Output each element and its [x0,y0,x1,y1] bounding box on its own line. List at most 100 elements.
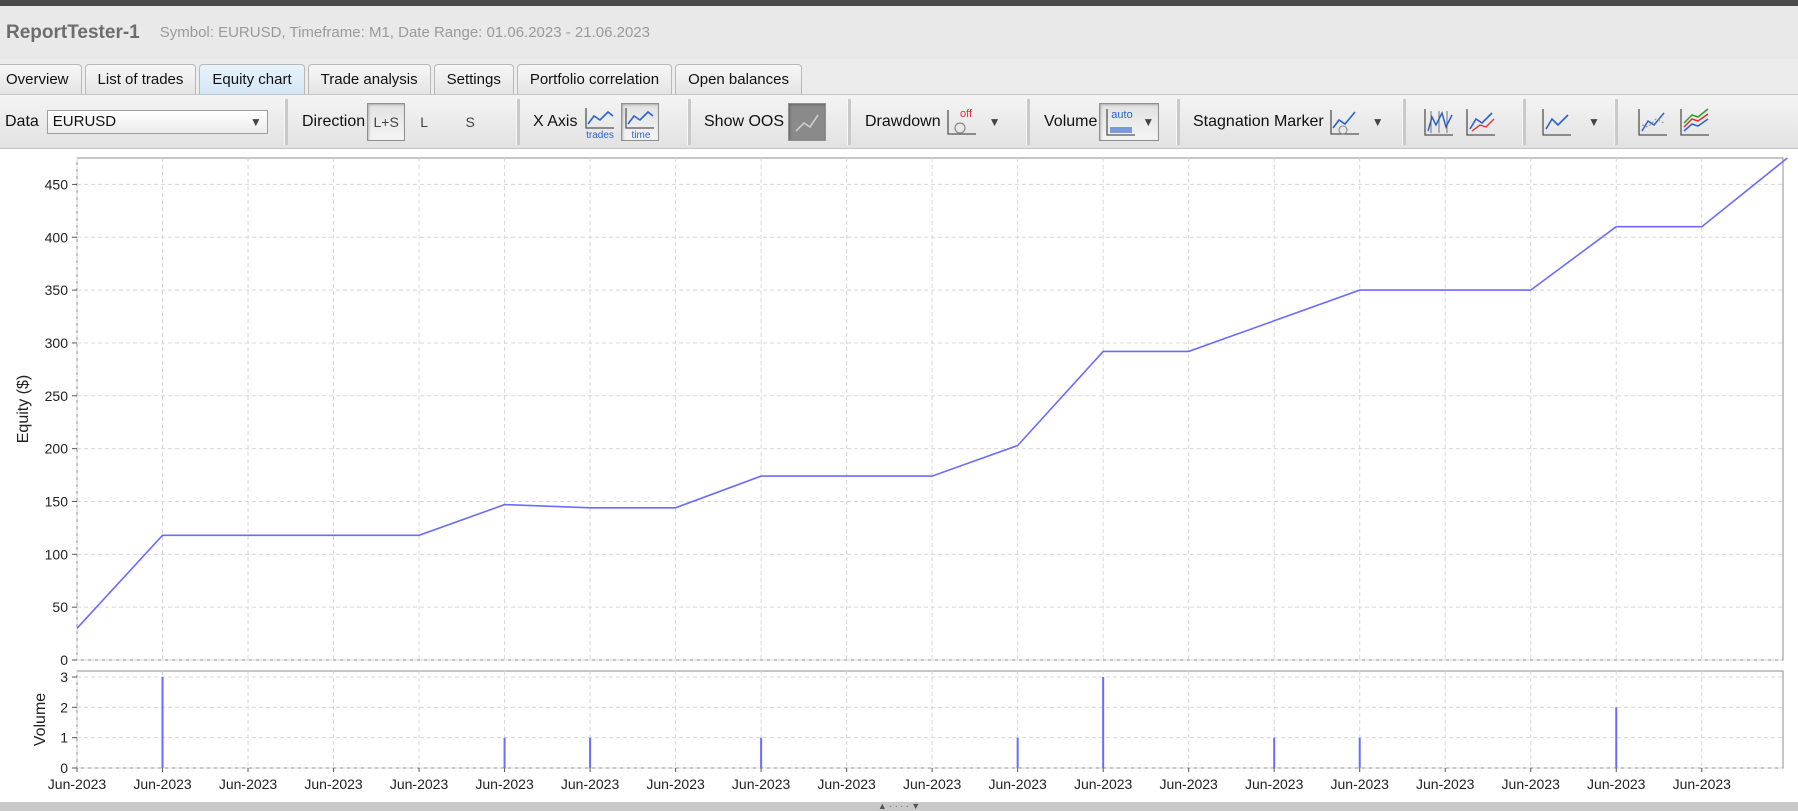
x-tick-label: Jun-2023 [1502,776,1561,792]
equity-plot-frame [76,157,1784,661]
multi-line-chart-button[interactable] [1420,103,1458,141]
xaxis-time-button[interactable]: time [621,102,660,141]
volume-label: Volume [1044,112,1098,130]
chart-panel: 0 50 100 150 200 250 300 350 400 450 Equity ($) 0 1… [0,149,1798,802]
oos-chart-icon [795,114,819,132]
stagnation-button[interactable] [1326,103,1364,141]
x-tick-label: Jun-2023 [988,776,1047,792]
chevron-down-icon: ▼ [249,114,262,129]
volume-y-tick-label: 2 [60,699,68,715]
stagnation-dropdown-icon[interactable]: ▼ [1372,115,1384,129]
report-title: ReportTester-1 [6,21,140,43]
data-select-value: EURUSD [52,113,117,130]
x-tick-label: Jun-2023 [646,776,705,792]
equity-y-tick-label: 300 [45,335,69,351]
x-tick-label: Jun-2023 [1331,776,1390,792]
xaxis-trades-button[interactable]: trades [581,103,619,141]
toolbar-separator [516,99,520,145]
line-chart-button[interactable] [1538,103,1576,141]
toolbar-separator [847,99,851,145]
scatter-line-chart-icon [1638,108,1667,136]
direction-long-button[interactable]: L [405,103,443,141]
tab-settings[interactable]: Settings [433,64,514,94]
equity-y-tick-label: 450 [45,176,69,192]
stagnation-group: Stagnation Marker ▼ [1193,95,1384,148]
x-tick-label: Jun-2023 [732,776,791,792]
x-tick-label: Jun-2023 [817,776,876,792]
equity-plot: 0 50 100 150 200 250 300 350 400 450 Equity ($) [15,157,1788,668]
x-tick-label: Jun-2023 [561,776,620,792]
toolbar-separator [1402,99,1406,145]
multi-color-line-chart-button[interactable] [1676,103,1714,141]
stagnation-chart-icon [1330,109,1359,135]
chart-toolbar: Data EURUSD ▼ Direction L+S L S X Axis t… [0,94,1798,149]
tab-list-of-trades[interactable]: List of trades [84,64,197,94]
show-oos-toggle[interactable] [788,102,827,141]
report-header: ReportTester-1 Symbol: EURUSD, Timeframe… [0,6,1798,59]
x-tick-label: Jun-2023 [1673,776,1732,792]
tab-equity-chart[interactable]: Equity chart [199,64,305,94]
equity-y-tick-label: 200 [45,441,69,457]
x-tick-label: Jun-2023 [219,776,278,792]
drawdown-button[interactable]: off [943,103,981,141]
equity-y-tick-label: 350 [45,282,69,298]
equity-y-tick-label: 100 [45,546,69,562]
equity-y-tick-label: 0 [60,652,68,668]
x-tick-label: Jun-2023 [1416,776,1475,792]
xaxis-time-text: time [632,130,651,140]
xaxis-trades-text: trades [587,130,615,140]
toolbar-separator [687,99,691,145]
volume-auto-text: auto [1112,109,1133,121]
tab-open-balances[interactable]: Open balances [675,64,802,94]
equity-y-tick-label: 250 [45,388,69,404]
toolbar-separator [1026,99,1030,145]
line-chart-trades-icon: trades [585,107,615,140]
multi-line-chart-icon [1424,108,1453,136]
drawdown-label: Drawdown [865,112,941,130]
x-tick-label: Jun-2023 [475,776,534,792]
equity-y-tick-label: 150 [45,493,69,509]
x-tick-label: Jun-2023 [133,776,192,792]
volume-y-tick-label: 3 [60,669,68,685]
show-oos-group: Show OOS [704,95,827,148]
show-oos-label: Show OOS [704,112,785,130]
tab-portfolio-correlation[interactable]: Portfolio correlation [516,64,673,94]
drawdown-off-icon: off [946,108,976,135]
x-tick-label: Jun-2023 [48,776,107,792]
tab-trade-analysis[interactable]: Trade analysis [307,64,431,94]
red-blue-line-chart-button[interactable] [1462,103,1500,141]
multi-color-line-chart-icon [1680,107,1709,136]
volume-button[interactable]: auto ▼ [1099,102,1160,141]
volume-plot: 0 1 2 3 Volume Jun-2023 Jun-2023 Jun-2023 Jun-20… [32,669,1784,792]
data-group: Data EURUSD ▼ [5,95,268,148]
toolbar-separator [284,99,288,145]
drawdown-off-text: off [960,108,973,120]
xaxis-group: X Axis trades time [533,95,660,148]
drawdown-group: Drawdown off ▼ [865,95,1000,148]
chart-style-group-3 [1634,95,1714,148]
red-blue-line-chart-icon [1466,108,1495,136]
drawdown-dropdown-icon[interactable]: ▼ [989,115,1001,129]
chart-style-group-2: ▼ [1538,95,1600,148]
equity-y-tick-label: 50 [52,599,68,615]
scatter-line-chart-button[interactable] [1634,103,1672,141]
chart-style-dropdown-icon[interactable]: ▼ [1588,115,1600,129]
volume-group: Volume auto ▼ [1044,95,1160,148]
x-tick-label: Jun-2023 [1074,776,1133,792]
volume-y-tick-label: 1 [60,730,68,746]
x-tick-label: Jun-2023 [1159,776,1218,792]
volume-auto-icon: auto [1106,108,1136,136]
direction-ls-button[interactable]: L+S [367,102,406,141]
data-select[interactable]: EURUSD ▼ [46,109,268,134]
report-subtitle: Symbol: EURUSD, Timeframe: M1, Date Rang… [159,24,650,41]
equity-chart: 0 50 100 150 200 250 300 350 400 450 Equity ($) 0 1… [15,157,1788,792]
tab-overview[interactable]: Overview [0,64,82,94]
equity-y-axis-label: Equity ($) [15,375,32,443]
resize-handle[interactable]: ▲ · · · · ▼ [0,802,1798,811]
x-tick-label: Jun-2023 [903,776,962,792]
xaxis-label: X Axis [533,112,578,130]
line-chart-time-icon: time [625,107,655,140]
line-chart-icon [1542,108,1571,136]
equity-y-tick-label: 400 [45,229,69,245]
direction-short-button[interactable]: S [451,103,489,141]
